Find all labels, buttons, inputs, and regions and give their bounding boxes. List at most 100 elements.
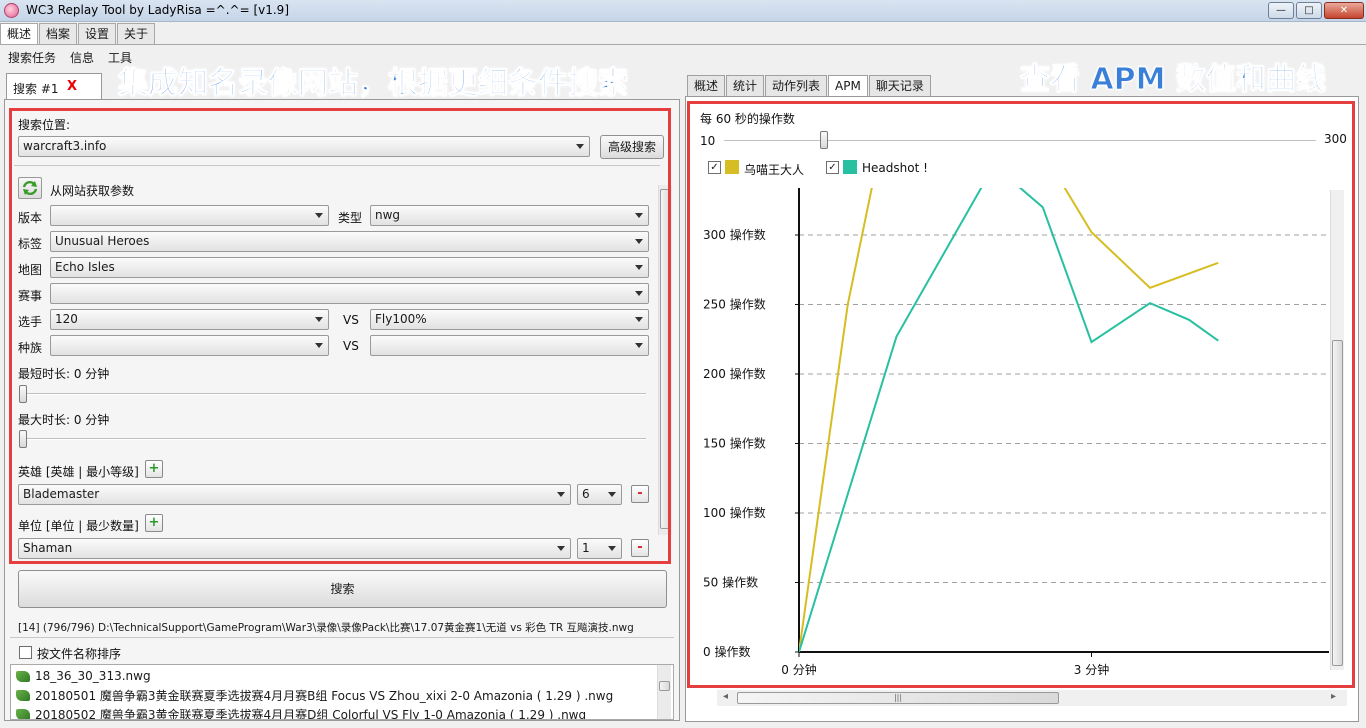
advanced-search-button[interactable]: 高级搜索 <box>600 135 664 159</box>
file-name: 18_36_30_313.nwg <box>35 669 151 683</box>
player2-value: Fly100% <box>375 312 427 326</box>
unit-select[interactable]: Shaman <box>18 538 571 559</box>
series2-checkbox[interactable]: ✓ <box>826 161 839 174</box>
event-select[interactable] <box>50 283 649 304</box>
apm-slider-max: 300 <box>1324 132 1347 146</box>
window-title: WC3 Replay Tool by LadyRisa =^.^= [v1.9] <box>26 3 289 17</box>
hero-level-select[interactable]: 6 <box>577 484 622 505</box>
tag-select[interactable]: Unusual Heroes <box>50 231 649 252</box>
chevron-down-icon <box>557 546 565 551</box>
add-unit-button[interactable]: + <box>145 514 163 532</box>
promo-banner-search: 集成知名录像网站，根据更细条件搜索 <box>118 66 629 102</box>
hero-value: Blademaster <box>23 487 100 501</box>
series2-name: Headshot ! <box>862 161 928 175</box>
vs-label: VS <box>343 313 359 327</box>
tab-overview[interactable]: 概述 <box>0 23 39 44</box>
location-select[interactable]: warcraft3.info <box>18 136 590 157</box>
hero-select[interactable]: Blademaster <box>18 484 571 505</box>
refresh-button[interactable] <box>18 177 42 199</box>
tab-action-list[interactable]: 动作列表 <box>765 75 828 96</box>
location-label: 搜索位置: <box>18 118 71 132</box>
scroll-right-icon[interactable]: ▸ <box>1331 691 1336 702</box>
unit-count-select[interactable]: 1 <box>577 538 622 559</box>
remove-hero-button[interactable]: - <box>631 485 649 503</box>
chart-vscroll-thumb[interactable] <box>1332 340 1343 666</box>
chevron-down-icon <box>635 317 643 322</box>
tab-chat-log[interactable]: 聊天记录 <box>868 75 931 96</box>
race1-select[interactable] <box>50 335 329 356</box>
replay-file-icon <box>16 708 30 719</box>
chevron-down-icon <box>608 492 616 497</box>
list-item[interactable]: 18_36_30_313.nwg <box>16 667 151 685</box>
minimize-button[interactable]: — <box>1268 2 1294 19</box>
tab-about[interactable]: 关于 <box>117 23 156 44</box>
chevron-down-icon <box>608 546 616 551</box>
file-list: 18_36_30_313.nwg 20180501 魔兽争霸3黄金联赛夏季选拔赛… <box>10 664 674 720</box>
version-select[interactable] <box>50 205 329 226</box>
add-hero-button[interactable]: + <box>145 460 163 478</box>
tabs-divider <box>0 44 1366 45</box>
menu-search-tasks[interactable]: 搜索任务 <box>4 48 60 68</box>
replay-file-icon <box>16 670 30 682</box>
tag-value: Unusual Heroes <box>55 234 150 248</box>
map-select[interactable]: Echo Isles <box>50 257 649 278</box>
apm-slider-track[interactable] <box>724 140 1316 142</box>
search-tab-label: 搜索 #1 <box>13 82 59 96</box>
unit-label: 单位 [单位 | 最少数量] <box>18 519 139 533</box>
chart-hscroll-thumb[interactable]: ||| <box>737 692 1059 704</box>
apm-window-slider[interactable] <box>820 131 828 149</box>
min-duration-track[interactable] <box>20 393 646 395</box>
tab-statistics[interactable]: 统计 <box>726 75 765 96</box>
series-line-2 <box>799 188 1219 652</box>
chart-vertical-scrollbar[interactable] <box>1330 190 1344 670</box>
min-duration-slider[interactable] <box>19 385 27 403</box>
map-value: Echo Isles <box>55 260 115 274</box>
tab-archive[interactable]: 档案 <box>39 23 78 44</box>
max-duration-track[interactable] <box>20 438 646 440</box>
tab-settings[interactable]: 设置 <box>78 23 117 44</box>
refresh-icon <box>22 180 38 196</box>
detail-tabs: 概述 统计 动作列表 APM 聊天记录 <box>687 75 932 96</box>
min-duration-label: 最短时长: 0 分钟 <box>18 367 110 381</box>
chart-horizontal-scrollbar[interactable]: ◂ ||| ▸ <box>717 690 1347 706</box>
y-tick-label: 100 操作数 <box>703 505 766 520</box>
form-scrollbar[interactable] <box>658 185 672 535</box>
tab-apm[interactable]: APM <box>828 75 868 96</box>
tab-summary[interactable]: 概述 <box>687 75 726 96</box>
app-icon <box>4 3 19 18</box>
apm-line-chart: 0 操作数 50 操作数 100 操作数 150 操作数 200 操作数 250 操作数 3… <box>703 188 1329 677</box>
chevron-down-icon <box>635 213 643 218</box>
hero-label: 英雄 [英雄 | 最小等级] <box>18 465 139 479</box>
maximize-button[interactable]: □ <box>1296 2 1322 19</box>
chevron-down-icon <box>557 492 565 497</box>
race-label: 种族 <box>18 341 43 355</box>
search-tab-close-icon[interactable]: X <box>67 79 77 94</box>
player1-select[interactable]: 120 <box>50 309 329 330</box>
form-scrollbar-thumb[interactable] <box>660 189 671 529</box>
player-label: 选手 <box>18 315 43 329</box>
file-list-scrollbar-thumb[interactable] <box>659 681 670 691</box>
player2-select[interactable]: Fly100% <box>370 309 649 330</box>
type-select[interactable]: nwg <box>370 205 649 226</box>
replay-file-icon <box>16 689 30 701</box>
chevron-down-icon <box>315 213 323 218</box>
search-tab[interactable]: 搜索 #1 X <box>6 73 102 99</box>
file-name: 20180501 魔兽争霸3黄金联赛夏季选拔赛4月月赛B组 Focus VS Z… <box>35 688 614 703</box>
close-window-button[interactable]: ✕ <box>1324 2 1364 19</box>
race2-select[interactable] <box>370 335 649 356</box>
chevron-down-icon <box>635 343 643 348</box>
sort-by-filename-checkbox[interactable] <box>19 646 32 659</box>
status-path: [14] (796/796) D:\TechnicalSupport\GameP… <box>18 622 634 634</box>
file-list-scrollbar[interactable] <box>657 665 671 719</box>
chevron-down-icon <box>635 239 643 244</box>
menu-info[interactable]: 信息 <box>66 48 98 68</box>
max-duration-slider[interactable] <box>19 430 27 448</box>
series1-checkbox[interactable]: ✓ <box>708 161 721 174</box>
scroll-left-icon[interactable]: ◂ <box>723 691 728 702</box>
y-tick-label: 250 操作数 <box>703 297 766 312</box>
list-item[interactable]: 20180501 魔兽争霸3黄金联赛夏季选拔赛4月月赛B组 Focus VS Z… <box>16 686 613 704</box>
search-button[interactable]: 搜索 <box>18 570 667 608</box>
list-item[interactable]: 20180502 魔兽争霸3黄金联赛夏季选拔赛4月月赛D组 Colorful V… <box>16 705 586 719</box>
remove-unit-button[interactable]: - <box>631 539 649 557</box>
event-label: 赛事 <box>18 289 43 303</box>
